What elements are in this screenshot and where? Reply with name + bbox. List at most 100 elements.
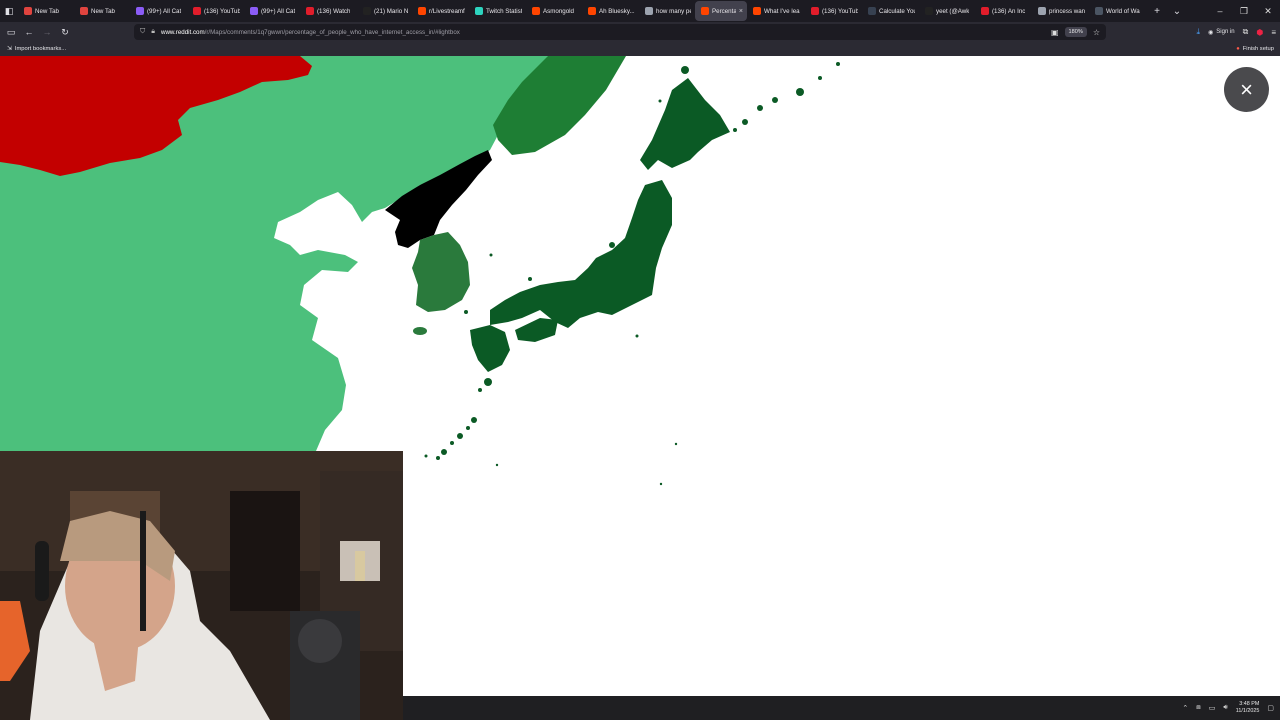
tab-label: princess wan (1049, 7, 1085, 15)
reload-button[interactable]: ↻ (56, 27, 74, 38)
tab-label: (136) YouTub (204, 7, 240, 15)
tab-label: (21) Mario N (374, 7, 408, 15)
app-menu-icon[interactable]: ≡ (1271, 28, 1276, 37)
tab-label: (99+) All Cat (147, 7, 182, 15)
tab-favicon-icon (306, 7, 314, 15)
tab-favicon-icon (588, 7, 596, 15)
toolbar-right: ⤓ ◉ Sign in ⧉ ⬢ ≡ (1196, 22, 1276, 42)
tab-label: New Tab (35, 7, 59, 15)
tab-favicon-icon (80, 7, 88, 15)
browser-tab[interactable]: Ah Bluesky... (582, 1, 639, 21)
tab-list: New Tab New Tab (99+) All Cat (136) YouTub (… (18, 0, 1147, 22)
browser-tab[interactable]: r/Livestreamf (412, 1, 469, 21)
taskbar-clock[interactable]: 3:48 PM 11/1/2025 (1236, 701, 1260, 715)
webcam-feed (0, 451, 403, 720)
browser-tab[interactable]: (136) An Inc (975, 1, 1032, 21)
browser-tab[interactable]: (21) Mario N (357, 1, 412, 21)
address-bar-actions: ▣ 180% ☆ (1051, 24, 1100, 40)
tab-favicon-icon (981, 7, 989, 15)
tab-favicon-icon (811, 7, 819, 15)
sign-in-label: Sign in (1216, 29, 1235, 35)
finish-setup-label: Finish setup (1242, 46, 1274, 52)
tab-favicon-icon (475, 7, 483, 15)
address-bar[interactable]: ⛉ 🔒︎ www.reddit.com/r/Maps/comments/1q7g… (134, 24, 1106, 40)
browser-tab[interactable]: how many pe (639, 1, 695, 21)
restore-button[interactable]: ❐ (1232, 6, 1256, 17)
tab-favicon-icon (532, 7, 540, 15)
tab-favicon-icon (1038, 7, 1046, 15)
finish-setup-button[interactable]: ● Finish setup (1236, 42, 1274, 56)
webcam-overlay (0, 451, 403, 720)
url-domain: www.reddit.com (160, 28, 205, 36)
tab-label: What I've lea (764, 7, 800, 15)
browser-tab[interactable]: Asmongold (526, 1, 582, 21)
downloads-icon[interactable]: ⤓ (1196, 27, 1200, 37)
browser-tab[interactable]: Twitch Statisti (469, 1, 526, 21)
tab-label: Calculate You (879, 7, 915, 15)
import-bookmarks-button[interactable]: ⇲ Import bookmarks... (0, 46, 66, 52)
extension-badge-icon[interactable]: ⬢ (1256, 28, 1263, 37)
tab-favicon-icon (250, 7, 258, 15)
browser-tab[interactable]: yeet (@Awk (919, 1, 975, 21)
bookmark-star-icon[interactable]: ☆ (1093, 28, 1100, 37)
browser-tab[interactable]: (136) YouTub (187, 1, 244, 21)
tab-favicon-icon (868, 7, 876, 15)
import-icon: ⇲ (7, 46, 12, 52)
sign-in-button[interactable]: ◉ Sign in (1208, 29, 1235, 36)
tab-favicon-icon (925, 7, 933, 15)
firefox-icon: ● (1236, 46, 1240, 52)
volume-icon[interactable]: 🔊︎ (1223, 704, 1227, 712)
browser-tab[interactable]: World of Wa (1089, 1, 1147, 21)
close-lightbox-button[interactable]: × (1224, 67, 1269, 112)
minimize-button[interactable]: – (1208, 6, 1232, 16)
window-close-button[interactable]: ✕ (1256, 6, 1280, 17)
tab-close-button[interactable]: × (739, 8, 743, 15)
back-button[interactable]: ← (20, 27, 38, 37)
browser-tab[interactable]: (99+) All Cat (130, 1, 187, 21)
browser-tab[interactable]: (99+) All Cat (244, 1, 300, 21)
browser-tab[interactable]: What I've lea (747, 1, 805, 21)
browser-tab[interactable]: (136) Watch (300, 1, 357, 21)
tab-favicon-icon (645, 7, 653, 15)
sidebar-toggle-icon[interactable]: ◧ (0, 0, 18, 22)
bookmarks-toolbar: ⇲ Import bookmarks... ● Finish setup (0, 42, 1280, 56)
browser-tab[interactable]: New Tab (74, 1, 130, 21)
new-tab-button[interactable]: + (1147, 6, 1167, 17)
os-taskbar: ⌃ ⧈ ▭ 🔊︎ 3:48 PM 11/1/2025 ▢ (403, 696, 1280, 720)
forward-button[interactable]: → (38, 27, 56, 37)
tab-label: how many pe (656, 7, 691, 15)
tab-label: (99+) All Cat (261, 7, 296, 15)
tray-app-icon[interactable]: ⧈ (1196, 704, 1200, 712)
sidebar-icon[interactable]: ▭ (2, 27, 20, 38)
clock-time: 3:48 PM (1239, 701, 1260, 707)
tab-label: yeet (@Awk (936, 7, 970, 15)
tab-label: New Tab (91, 7, 115, 15)
tracking-protection-icon[interactable]: ⛉ (140, 28, 145, 36)
browser-tab[interactable]: princess wan (1032, 1, 1089, 21)
browser-tab[interactable]: (136) YouTub (805, 1, 862, 21)
tab-label: Percentag (712, 7, 736, 15)
browser-tab[interactable]: Percentag× (695, 1, 747, 21)
tab-favicon-icon (753, 7, 761, 15)
tab-label: (136) YouTub (822, 7, 858, 15)
navigation-toolbar: ▭ ← → ↻ ⛉ 🔒︎ www.reddit.com/r/Maps/comme… (0, 22, 1280, 42)
tray-overflow-icon[interactable]: ⌃ (1182, 704, 1188, 712)
import-bookmarks-label: Import bookmarks... (14, 46, 67, 52)
lock-icon[interactable]: 🔒︎ (151, 28, 155, 36)
browser-tab[interactable]: Calculate You (862, 1, 919, 21)
tab-favicon-icon (193, 7, 201, 15)
zoom-level-badge[interactable]: 180% (1064, 27, 1087, 37)
notifications-icon[interactable]: ▢ (1267, 704, 1274, 712)
system-tray: ⌃ ⧈ ▭ 🔊︎ 3:48 PM 11/1/2025 ▢ (1182, 696, 1274, 720)
tab-label: Asmongold (543, 7, 574, 15)
tab-favicon-icon (701, 7, 709, 15)
reader-view-icon[interactable]: ▣ (1051, 28, 1059, 37)
extensions-icon[interactable]: ⧉ (1243, 27, 1249, 37)
browser-tab-strip: ◧ New Tab New Tab (99+) All Cat (136) YouTu… (0, 0, 1280, 22)
network-icon[interactable]: ▭ (1209, 704, 1216, 712)
browser-tab[interactable]: New Tab (18, 1, 74, 21)
tab-label: World of Wa (1106, 7, 1140, 15)
window-controls: – ❐ ✕ (1208, 0, 1280, 22)
tab-label: (136) An Inc (992, 7, 1026, 15)
list-all-tabs-button[interactable]: ⌄ (1167, 6, 1187, 17)
